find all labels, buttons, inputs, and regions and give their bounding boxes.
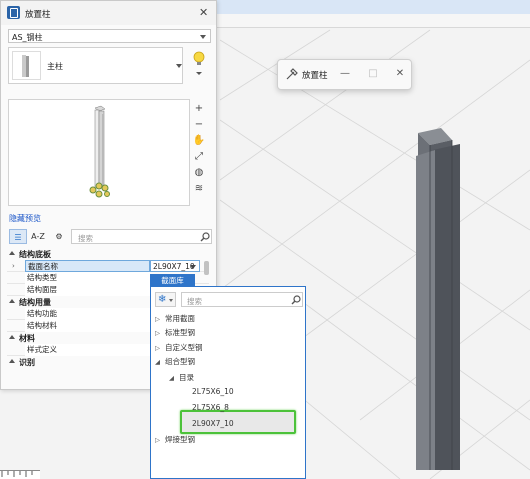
- group-material-label: 材料: [19, 334, 35, 343]
- search-icon[interactable]: [200, 232, 210, 242]
- group-usage-label: 结构用量: [19, 298, 51, 307]
- property-search-placeholder: 搜索: [78, 234, 93, 243]
- filter-icon[interactable]: ⚙: [51, 229, 67, 244]
- preview-tools: + − ✋ ⤢ ◍ ≋: [192, 102, 206, 198]
- app-icon: [7, 6, 20, 19]
- zoom-out-icon[interactable]: −: [192, 118, 206, 132]
- property-scrollbar[interactable]: [204, 261, 209, 275]
- library-search-placeholder: 搜索: [187, 297, 202, 306]
- property-toolbar: ☰ A-Z ⚙ 搜索: [7, 229, 212, 245]
- chevron-right-icon: ▷: [155, 329, 160, 337]
- chevron-down-icon: [169, 299, 173, 302]
- family-select[interactable]: AS_钢柱: [8, 29, 211, 43]
- pan-hand-icon[interactable]: ✋: [192, 134, 206, 148]
- chevron-down-icon: [200, 35, 206, 39]
- minimize-icon[interactable]: —: [335, 64, 355, 84]
- tree-leaf-2l90x7-10[interactable]: 2L90X7_10: [192, 419, 234, 428]
- type-name: 主柱: [47, 62, 63, 71]
- profile-name-text: 2L90X7_10: [153, 262, 195, 271]
- tree-node-common[interactable]: ▷ 常用截面: [155, 313, 195, 324]
- tree-node-common-label: 常用截面: [165, 314, 195, 323]
- panel-title: 放置柱: [25, 10, 51, 20]
- chevron-right-icon: ▷: [155, 436, 160, 444]
- type-picker[interactable]: 主柱: [8, 47, 183, 84]
- type-thumbnail: [12, 51, 41, 80]
- place-column-mini-dialog: 放置柱 — □ ✕: [277, 59, 412, 90]
- category-view-icon[interactable]: ☰: [9, 229, 27, 244]
- group-identity-label: 识别: [19, 358, 35, 367]
- maximize-icon[interactable]: □: [363, 64, 383, 84]
- style-definition-label: 样式定义: [25, 344, 150, 356]
- tree-node-combined[interactable]: ◢ 组合型钢: [155, 356, 195, 367]
- hide-preview-link[interactable]: 隐藏预览: [9, 213, 41, 224]
- panel-titlebar[interactable]: 放置柱 ✕: [1, 1, 216, 25]
- tree-node-welded[interactable]: ▷ 焊接型钢: [155, 434, 195, 445]
- close-icon[interactable]: ✕: [199, 6, 208, 19]
- group-profile-label: 结构底板: [19, 250, 51, 259]
- expanded-icon: ◢: [155, 358, 160, 366]
- rotate-view-icon[interactable]: ◍: [192, 166, 206, 180]
- chevron-right-icon: ›: [12, 262, 15, 270]
- tree-node-standard-label: 标准型钢: [165, 328, 195, 337]
- close-icon[interactable]: ✕: [390, 64, 410, 84]
- library-search-input[interactable]: 搜索: [181, 292, 303, 307]
- property-search-input[interactable]: 搜索: [71, 229, 212, 244]
- structure-function-label: 结构功能: [25, 308, 150, 320]
- search-icon[interactable]: [291, 295, 301, 305]
- chevron-down-icon: [176, 64, 182, 68]
- snowflake-icon[interactable]: ❄: [155, 292, 176, 307]
- column-preview-image: [89, 105, 110, 198]
- tool-icon: [286, 68, 298, 80]
- tree-leaf-2l75x6-8[interactable]: 2L75X6_8: [192, 403, 229, 412]
- profile-name-label: 截面名称: [25, 260, 150, 272]
- tree-node-catalog[interactable]: ◢ 目录: [169, 372, 194, 383]
- fit-view-icon[interactable]: ⤢: [192, 150, 206, 164]
- profile-name-row[interactable]: › 截面名称 2L90X7_10: [7, 260, 209, 272]
- tree-node-combined-label: 组合型钢: [165, 357, 195, 366]
- profile-name-value[interactable]: 2L90X7_10: [150, 260, 200, 272]
- tree-leaf-2l75x6-10[interactable]: 2L75X6_10: [192, 387, 234, 396]
- family-select-value: AS_钢柱: [12, 33, 43, 42]
- mini-dialog-title: 放置柱: [302, 71, 328, 81]
- tree-node-custom-label: 自定义型钢: [165, 343, 203, 352]
- expanded-icon: ◢: [169, 374, 174, 382]
- layers-icon[interactable]: ≋: [192, 182, 206, 196]
- structure-plane-label: 结构面层: [25, 284, 150, 296]
- library-toolbar: ❄ 搜索: [155, 292, 303, 307]
- tree-node-welded-label: 焊接型钢: [165, 435, 195, 444]
- steel-column: [416, 128, 460, 470]
- structure-type-label: 结构类型: [25, 272, 150, 284]
- group-profile[interactable]: 结构底板: [7, 248, 209, 260]
- chevron-down-icon: [190, 265, 196, 269]
- lightbulb-icon[interactable]: [192, 51, 206, 77]
- sort-az-button[interactable]: A-Z: [29, 229, 47, 244]
- tree-node-catalog-label: 目录: [179, 373, 194, 382]
- structure-material-label: 结构材料: [25, 320, 150, 332]
- tree-node-custom[interactable]: ▷ 自定义型钢: [155, 342, 203, 353]
- chevron-right-icon: ▷: [155, 344, 160, 352]
- zoom-in-icon[interactable]: +: [192, 102, 206, 116]
- chevron-right-icon: ▷: [155, 315, 160, 323]
- scale-ruler: [0, 470, 40, 479]
- preview-pane[interactable]: [8, 99, 190, 206]
- tree-node-standard[interactable]: ▷ 标准型钢: [155, 327, 195, 338]
